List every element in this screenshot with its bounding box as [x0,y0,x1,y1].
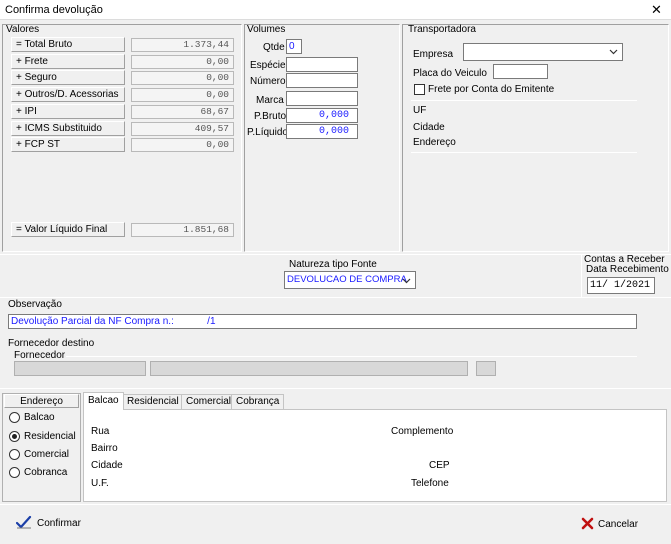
qtde-label: Qtde [263,42,285,53]
divider [0,297,671,298]
divider [581,254,582,298]
uf-address-label: U.F. [91,478,109,489]
marca-input[interactable] [286,91,358,106]
pliquido-label: P.Líquido [247,127,288,138]
checkmark-pen-icon [16,515,32,529]
tab-residencial[interactable]: Residencial [122,394,184,410]
data-recebimento-input[interactable]: 11/ 1/2021 [587,277,655,294]
especie-input[interactable] [286,57,358,72]
frete-checkbox[interactable] [414,84,425,95]
chevron-down-icon [402,278,411,284]
seguro-label: + Seguro [11,70,125,85]
telefone-label: Telefone [411,478,449,489]
cancelar-button[interactable]: Cancelar [578,512,650,534]
total-bruto-value: 1.373,44 [131,38,234,52]
marca-label: Marca [256,95,284,106]
close-icon[interactable]: ✕ [651,2,662,18]
divider [0,504,671,505]
transportadora-label: Transportadora [408,24,476,35]
radio-residencial-label: Residencial [24,431,76,442]
fcp-st-label: + FCP ST [11,137,125,152]
endereco-header: Endereço [4,394,79,408]
outros-label: + Outros/D. Acessorias [11,87,125,102]
ipi-value: 68,67 [131,105,234,119]
fornecedor-name-field[interactable] [150,361,468,376]
tab-cobranca[interactable]: Cobrança [231,394,285,410]
pbruto-input[interactable]: 0,000 [286,108,358,123]
tab-content [83,409,667,502]
especie-label: Espécie [250,60,286,71]
natureza-label: Natureza tipo Fonte [289,259,377,270]
placa-label: Placa do Veiculo [413,68,487,79]
confirmar-button[interactable]: Confirmar [14,512,86,534]
seguro-value: 0,00 [131,71,234,85]
window-title: Confirma devolução [5,4,103,16]
total-bruto-label: = Total Bruto [11,37,125,52]
icms-st-label: + ICMS Substituido [11,121,125,136]
divider [411,100,637,101]
data-recebimento-label: Data Recebimento [586,264,669,275]
numero-label: Número [250,76,286,87]
fornecedor-extra-field[interactable] [476,361,496,376]
radio-balcao-label: Balcao [24,412,55,423]
divider [0,254,671,255]
radio-comercial-label: Comercial [24,449,70,460]
valor-liquido-label: = Valor Líquido Final [11,222,125,237]
radio-balcao[interactable] [9,412,20,423]
empresa-select[interactable] [463,43,623,61]
radio-cobranca-label: Cobranca [24,467,68,478]
bairro-label: Bairro [91,443,118,454]
divider [66,356,637,357]
title-bar: Confirma devolução ✕ [0,0,671,20]
fornecedor-label: Fornecedor [14,350,66,361]
valores-label: Valores [6,24,40,35]
outros-value: 0,00 [131,88,234,102]
rua-label: Rua [91,426,110,437]
frete-value: 0,00 [131,55,234,69]
radio-residencial[interactable] [9,431,20,442]
uf-label: UF [413,105,427,116]
icms-st-value: 409,57 [131,122,234,136]
pbruto-label: P.Bruto [254,111,287,122]
cidade-label: Cidade [413,122,445,133]
pliquido-input[interactable]: 0,000 [286,124,358,139]
natureza-value: DEVOLUCAO DE COMPRA [287,274,407,285]
natureza-select[interactable]: DEVOLUCAO DE COMPRA [284,271,416,289]
qtde-input[interactable]: 0 [286,39,302,54]
cidade-address-label: Cidade [91,460,123,471]
red-x-icon [581,517,594,530]
ipi-label: + IPI [11,104,125,119]
fornecedor-code-field[interactable] [14,361,146,376]
empresa-label: Empresa [413,49,454,60]
cancelar-label: Cancelar [598,519,639,530]
numero-input[interactable] [286,73,358,88]
complemento-label: Complemento [391,426,454,437]
fcp-st-value: 0,00 [131,138,234,152]
chevron-down-icon [609,49,618,55]
confirmar-label: Confirmar [37,518,81,529]
divider [0,388,671,389]
divider [411,152,637,153]
cep-label: CEP [429,460,450,471]
radio-cobranca[interactable] [9,467,20,478]
tab-comercial[interactable]: Comercial [181,394,237,410]
frete-label: + Frete [11,54,125,69]
placa-input[interactable] [493,64,548,79]
fornecedor-destino-label: Fornecedor destino [8,338,95,349]
tab-balcao[interactable]: Balcao [83,392,124,410]
volumes-label: Volumes [247,24,286,35]
endereco-label: Endereço [413,137,456,148]
frete-checkbox-label: Frete por Conta do Emitente [428,84,555,95]
observacao-label: Observação [8,299,62,310]
radio-comercial[interactable] [9,449,20,460]
observacao-input[interactable]: Devolução Parcial da NF Compra n.: /1 [8,314,637,329]
endereco-group [2,393,81,502]
valor-liquido-value: 1.851,68 [131,223,234,237]
